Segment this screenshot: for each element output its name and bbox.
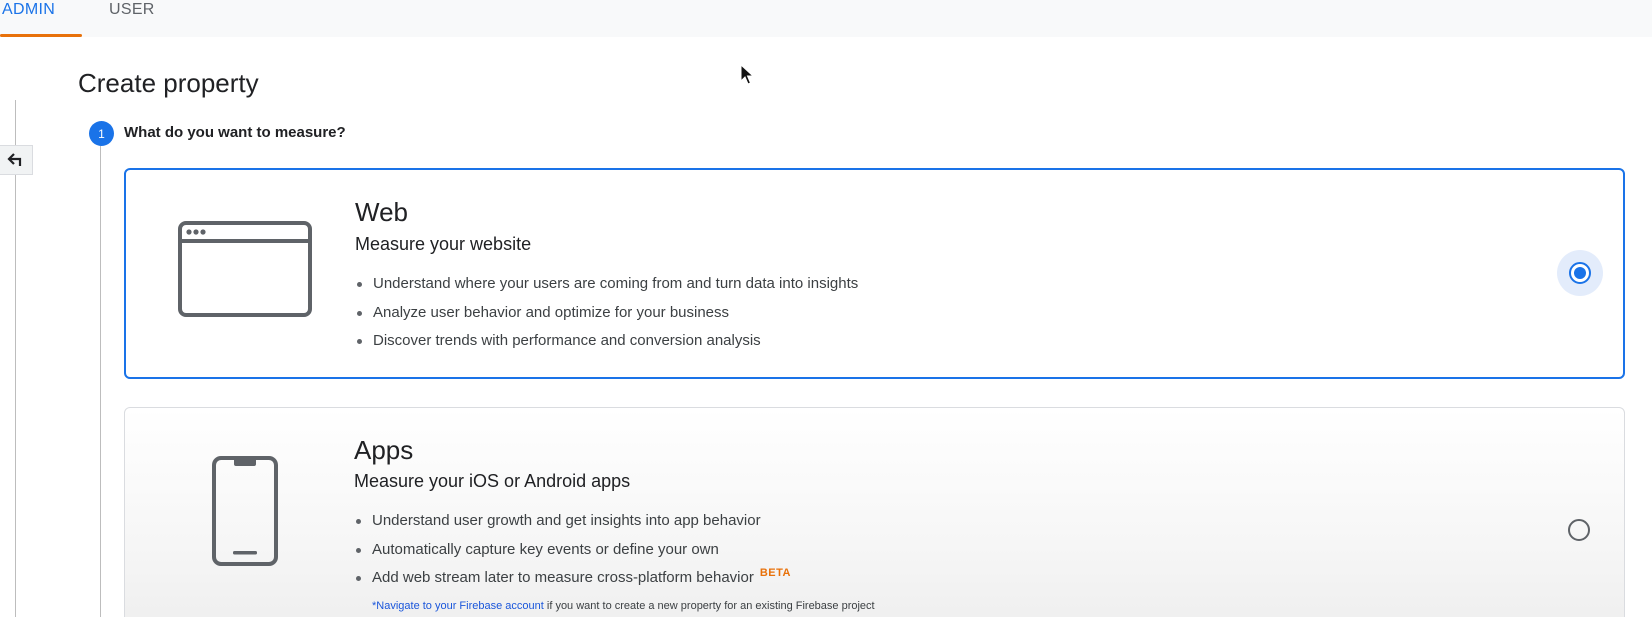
step-connector-line <box>100 145 101 617</box>
smartphone-icon <box>212 456 278 566</box>
web-option-card[interactable]: Web Measure your website Understand wher… <box>124 168 1625 379</box>
list-item: Discover trends with performance and con… <box>355 327 858 356</box>
admin-user-tab-bar: ADMIN USER <box>0 0 1652 37</box>
left-rail-divider <box>15 100 16 617</box>
list-item: Understand user growth and get insights … <box>354 507 791 536</box>
apps-radio-button[interactable] <box>1568 519 1590 541</box>
mouse-cursor-icon <box>740 64 754 85</box>
step-number-badge: 1 <box>89 121 114 146</box>
firebase-note-text: if you want to create a new property for… <box>543 600 875 612</box>
tab-user[interactable]: USER <box>109 0 155 37</box>
firebase-account-link[interactable]: *Navigate to your Firebase account <box>372 600 544 612</box>
step-title: What do you want to measure? <box>124 124 346 141</box>
browser-window-icon <box>178 221 312 317</box>
list-item: Understand where your users are coming f… <box>355 270 858 299</box>
web-option-benefits: Understand where your users are coming f… <box>355 270 858 356</box>
list-item: Add web stream later to measure cross-pl… <box>354 564 791 593</box>
list-item-text: Add web stream later to measure cross-pl… <box>372 569 754 586</box>
apps-option-heading: Apps <box>354 435 414 465</box>
apps-option-card[interactable]: Apps Measure your iOS or Android apps Un… <box>124 407 1625 617</box>
list-item: Automatically capture key events or defi… <box>354 536 791 565</box>
web-option-heading: Web <box>355 197 408 227</box>
tab-admin[interactable]: ADMIN <box>2 0 55 37</box>
collapse-back-button[interactable] <box>0 145 33 175</box>
list-item: Analyze user behavior and optimize for y… <box>355 299 858 328</box>
apps-option-subtitle: Measure your iOS or Android apps <box>354 471 631 491</box>
page-title: Create property <box>78 68 259 98</box>
active-tab-indicator <box>0 34 82 37</box>
web-option-subtitle: Measure your website <box>355 234 532 254</box>
web-radio-button[interactable] <box>1569 262 1591 284</box>
apps-option-benefits: Understand user growth and get insights … <box>354 507 791 593</box>
back-arrow-icon <box>7 153 22 166</box>
firebase-note: *Navigate to your Firebase account if yo… <box>372 600 875 612</box>
beta-badge: BETA <box>759 567 791 579</box>
